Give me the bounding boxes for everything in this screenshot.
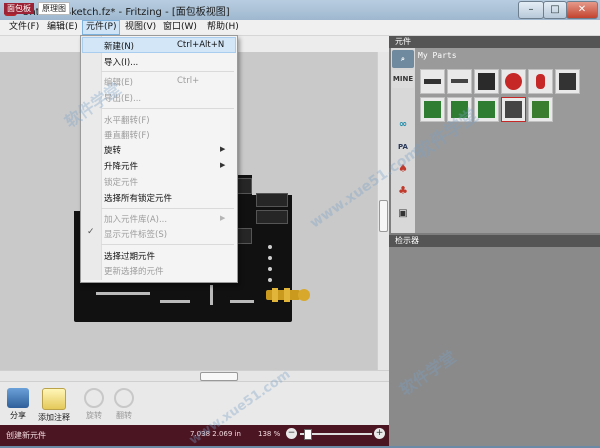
pcb-pad — [268, 245, 272, 249]
pcb-pad — [268, 256, 272, 260]
part-thumbnail[interactable] — [528, 97, 553, 122]
menu-item-new[interactable]: 新建(N) — [104, 40, 134, 52]
robot-icon[interactable]: ▣ — [392, 205, 414, 223]
menu-separator — [101, 71, 234, 72]
pcb-component — [236, 178, 252, 194]
menu-view[interactable]: 视图(V) — [122, 21, 159, 34]
submenu-arrow-icon: ▶ — [220, 161, 226, 169]
menu-help[interactable]: 帮助(H) — [204, 21, 242, 34]
submenu-arrow-icon: ▶ — [220, 214, 226, 222]
menu-item-flip-vertical[interactable]: 垂直翻转(F) — [104, 129, 150, 141]
add-note-label: 添加注释 — [38, 413, 70, 422]
part-thumbnail[interactable] — [420, 97, 445, 122]
menu-item-lock-part[interactable]: 锁定元件 — [104, 176, 138, 188]
menu-item-rotate[interactable]: 旋转 — [104, 144, 121, 156]
flip-button[interactable]: 翻转 — [106, 388, 142, 421]
menu-item-flip-horizontal[interactable]: 水平翻转(F) — [104, 114, 150, 126]
menu-item-select-obsolete[interactable]: 选择过期元件 — [104, 250, 155, 262]
part-thumbnail[interactable] — [528, 69, 553, 94]
zoom-out-button[interactable]: − — [286, 428, 297, 439]
vertical-scroll-thumb[interactable] — [379, 200, 388, 232]
menu-item-show-labels[interactable]: 显示元件标签(S) — [104, 228, 167, 240]
share-label: 分享 — [10, 411, 26, 420]
part-thumbnail-selected[interactable] — [501, 97, 526, 122]
menu-separator — [101, 244, 234, 245]
menu-icon-gutter — [81, 36, 102, 280]
pcb-trace — [160, 300, 190, 303]
flip-icon — [114, 388, 134, 408]
pcb-component — [256, 193, 288, 207]
inspector-panel-title: 检示器 — [389, 235, 600, 247]
pcb-pad — [268, 267, 272, 271]
antenna-connector — [266, 288, 310, 302]
search-icon[interactable]: ⌕ — [392, 50, 414, 68]
menu-file[interactable]: 文件(F) — [6, 21, 42, 34]
menu-item-select-locked[interactable]: 选择所有锁定元件 — [104, 192, 172, 204]
pcb-cutout — [252, 175, 292, 195]
checkmark-icon: ✓ — [87, 227, 95, 237]
parts-panel-title: 元件 — [389, 36, 600, 48]
seeed-icon[interactable]: ♣ — [392, 182, 414, 200]
shortcut-edit: Ctrl+ — [177, 76, 200, 86]
minimize-button[interactable]: – — [518, 1, 544, 19]
tab-schematic[interactable]: 原理图 — [38, 2, 70, 15]
zoom-slider-handle[interactable] — [304, 429, 312, 440]
zoom-level: 138 % — [258, 430, 281, 438]
add-note-button[interactable]: 添加注释 — [36, 388, 72, 423]
pcb-trace — [96, 292, 150, 295]
rotate-label: 旋转 — [86, 411, 102, 420]
menu-separator — [101, 108, 234, 109]
menu-edit[interactable]: 编辑(E) — [44, 21, 81, 34]
submenu-arrow-icon: ▶ — [220, 145, 226, 153]
bin-tab-mine[interactable]: MINE — [392, 70, 414, 88]
pcb-pad — [268, 278, 272, 282]
pcb-trace — [230, 300, 254, 303]
menu-item-raise-lower[interactable]: 升降元件 — [104, 160, 138, 172]
part-thumbnail[interactable] — [474, 69, 499, 94]
menu-separator — [101, 208, 234, 209]
bin-name: My Parts — [418, 51, 457, 60]
part-menu-dropdown — [80, 35, 238, 283]
maximize-button[interactable]: □ — [543, 1, 567, 19]
flip-label: 翻转 — [116, 411, 132, 420]
menu-item-import[interactable]: 导入(I)... — [104, 56, 138, 68]
tab-breadboard[interactable]: 面包板 — [4, 3, 34, 14]
menu-item-update-selected[interactable]: 更新选择的元件 — [104, 265, 164, 277]
pcb-trace — [210, 285, 213, 305]
menu-part[interactable]: 元件(P) — [82, 20, 121, 35]
status-message: 创建新元件 — [6, 431, 46, 440]
inspector-panel — [389, 247, 600, 446]
share-icon — [7, 388, 29, 408]
part-thumbnail[interactable] — [447, 69, 472, 94]
menu-window[interactable]: 窗口(W) — [160, 21, 200, 34]
part-thumbnail[interactable] — [501, 69, 526, 94]
pcb-component — [256, 210, 288, 224]
part-thumbnail[interactable] — [420, 69, 445, 94]
part-thumbnail[interactable] — [555, 69, 580, 94]
menu-item-add-to-bin[interactable]: 加入元件库(A)... — [104, 213, 167, 225]
arduino-icon[interactable]: ∞ — [392, 116, 414, 134]
shortcut-new: Ctrl+Alt+N — [177, 40, 225, 50]
close-window-button[interactable]: ✕ — [566, 1, 598, 19]
note-icon — [42, 388, 66, 410]
horizontal-scroll-thumb[interactable] — [200, 372, 238, 381]
rotate-icon — [84, 388, 104, 408]
zoom-in-button[interactable]: + — [374, 428, 385, 439]
share-button[interactable]: 分享 — [0, 388, 36, 421]
